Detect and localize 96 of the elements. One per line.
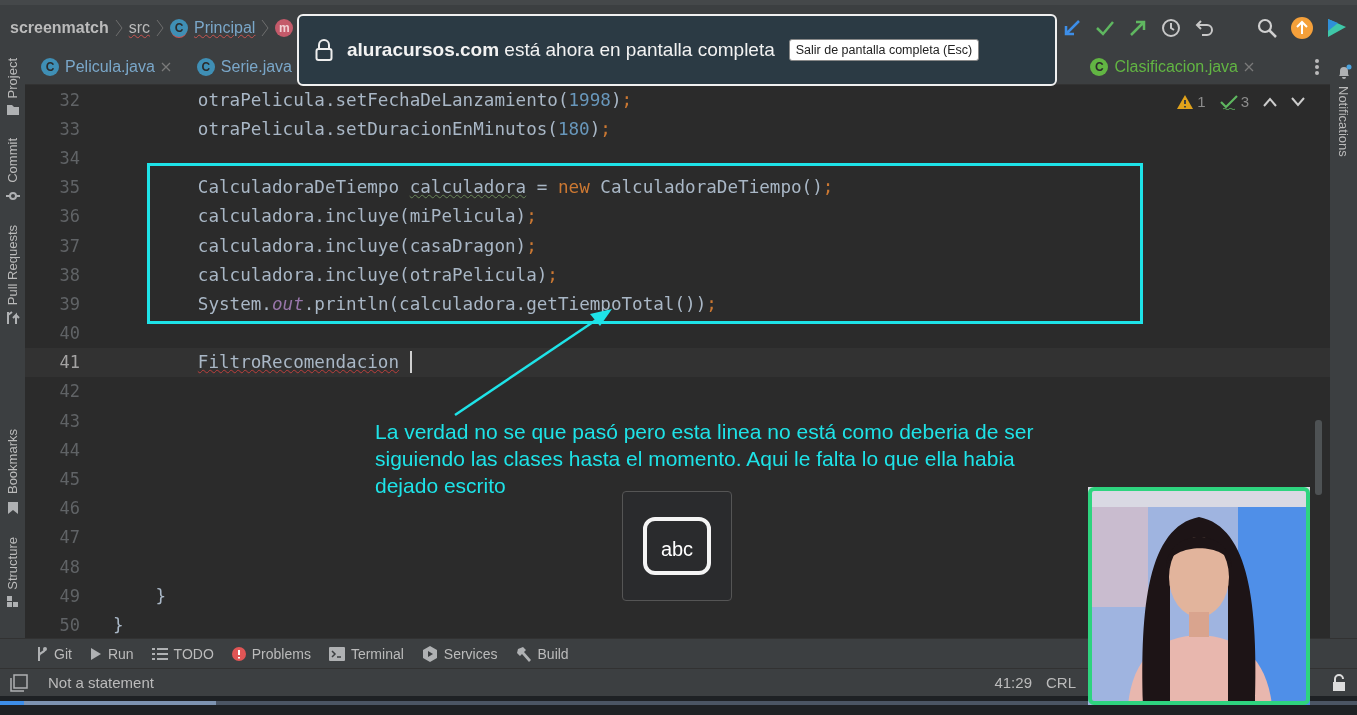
line-number: 50 [58, 614, 80, 635]
tool-window-button[interactable]: Run [89, 645, 134, 662]
code-line: } [113, 614, 124, 635]
undo-icon [1195, 18, 1215, 37]
status-message: Not a statement [48, 674, 154, 691]
tool-window-tab[interactable]: Project [5, 58, 20, 117]
code-line: otraPelicula.setDuracionEnMinutos(180); [197, 118, 611, 139]
line-number: 34 [58, 147, 80, 168]
tool-window-button[interactable]: TODO [151, 645, 214, 662]
history-icon [1161, 17, 1181, 38]
code-line: calculadora.incluye(casaDragon); [197, 235, 537, 256]
class-badge: C [1090, 58, 1109, 76]
close-icon [160, 62, 171, 72]
update-icon [1063, 18, 1081, 37]
tool-window-button[interactable]: Problems [231, 645, 311, 662]
play-icon [89, 646, 102, 661]
chevron-down-icon [1291, 96, 1305, 107]
layout-icon [10, 673, 28, 692]
bookmark-icon [6, 500, 19, 515]
tool-window-button[interactable]: Git [36, 645, 72, 662]
line-number: 36 [58, 206, 80, 227]
code-line: calculadora.incluye(miPelicula); [197, 206, 537, 227]
line-number: 40 [58, 323, 80, 344]
tool-window-tab[interactable]: Structure [5, 536, 20, 609]
line-number: 45 [58, 469, 80, 490]
text-caret [410, 351, 413, 374]
breadcrumb-item[interactable]: Principal [194, 18, 256, 37]
file-tab[interactable]: C Pelicula.java [35, 54, 177, 80]
line-number: 47 [58, 527, 80, 548]
class-badge: C [41, 58, 59, 76]
notice-message: aluracursos.com está ahora en pantalla completa [347, 39, 775, 61]
chevron-icon [114, 18, 123, 37]
line-number: 48 [58, 556, 80, 577]
hammer-icon [515, 645, 532, 662]
lock-icon [315, 39, 333, 61]
unlock-icon [1331, 673, 1347, 692]
keyboard-key: abc [643, 517, 711, 575]
line-number: 49 [58, 585, 80, 606]
close-icon [1244, 62, 1254, 72]
line-number: 42 [58, 381, 80, 402]
warning-icon [1176, 93, 1195, 110]
line-number: 35 [58, 177, 80, 198]
method-badge: m [275, 18, 294, 37]
video-progress-bar[interactable] [0, 701, 1357, 705]
branch-icon [36, 645, 48, 662]
tool-window-button[interactable]: Services [421, 645, 498, 662]
app-logo-icon [1327, 16, 1347, 39]
list-icon [151, 647, 168, 660]
line-number: 38 [58, 264, 80, 285]
error-icon [231, 646, 246, 661]
file-tab[interactable]: C Serie.java [190, 54, 298, 80]
tool-window-tab[interactable]: Commit [5, 138, 20, 204]
file-tab[interactable]: C Clasificacion.java [1084, 54, 1260, 80]
line-number: 39 [58, 293, 80, 314]
chevron-icon [156, 18, 165, 37]
class-badge: C [170, 18, 189, 37]
code-line: CalculadoraDeTiempo calculadora = new CalculadoraDeTiempo(); [197, 177, 834, 198]
pull-request-icon [5, 311, 20, 326]
weak-warning-count: 3 [1240, 93, 1249, 110]
line-number: 44 [58, 439, 80, 460]
tool-window-tab[interactable]: Bookmarks [5, 429, 20, 515]
line-separator[interactable]: CRL [1046, 674, 1076, 691]
upload-icon [1291, 16, 1313, 39]
weak-warning-icon [1219, 93, 1238, 110]
line-number: 43 [58, 410, 80, 431]
structure-icon [6, 595, 19, 609]
breadcrumb-item[interactable]: src [128, 18, 151, 37]
line-number: 41 [58, 352, 80, 373]
scrollbar-thumb[interactable] [1315, 420, 1322, 495]
more-icon [1314, 58, 1320, 76]
line-number: 33 [58, 118, 80, 139]
tool-window-button[interactable]: Terminal [328, 645, 404, 662]
code-line: otraPelicula.setFechaDeLanzamiento(1998); [197, 89, 633, 110]
line-number: 37 [58, 235, 80, 256]
breadcrumb-item[interactable]: screenmatch [10, 18, 109, 37]
tool-window-tab[interactable]: Notifications [1335, 64, 1352, 157]
exit-fullscreen-button[interactable]: Salir de pantalla completa (Esc) [788, 39, 980, 61]
line-number: 32 [58, 89, 80, 110]
code-line: } [155, 585, 166, 606]
tool-window-button[interactable]: Build [515, 645, 569, 662]
push-icon [1129, 18, 1147, 37]
services-icon [421, 645, 438, 662]
search-icon [1257, 17, 1277, 38]
code-line: System.out.println(calculadora.getTiempoTotal()); [197, 293, 717, 314]
line-number: 46 [58, 498, 80, 519]
folder-icon [5, 104, 20, 117]
caret-position[interactable]: 41:29 [994, 674, 1032, 691]
warning-count: 1 [1197, 93, 1206, 110]
chevron-icon [261, 18, 270, 37]
tool-window-tab[interactable]: Pull Requests [5, 225, 20, 326]
chevron-up-icon [1263, 96, 1277, 107]
code-line: FiltroRecomendacion [197, 352, 400, 373]
annotation-note: La verdad no se que pasó pero esta linea no está como deberia de ser siguiendo las clases hasta el momento. Aqui le falta lo que ella habia dejado escrito [375, 419, 1035, 499]
terminal-icon [328, 646, 345, 661]
class-badge: C [196, 58, 215, 76]
code-line: calculadora.incluye(otraPelicula); [197, 264, 558, 285]
